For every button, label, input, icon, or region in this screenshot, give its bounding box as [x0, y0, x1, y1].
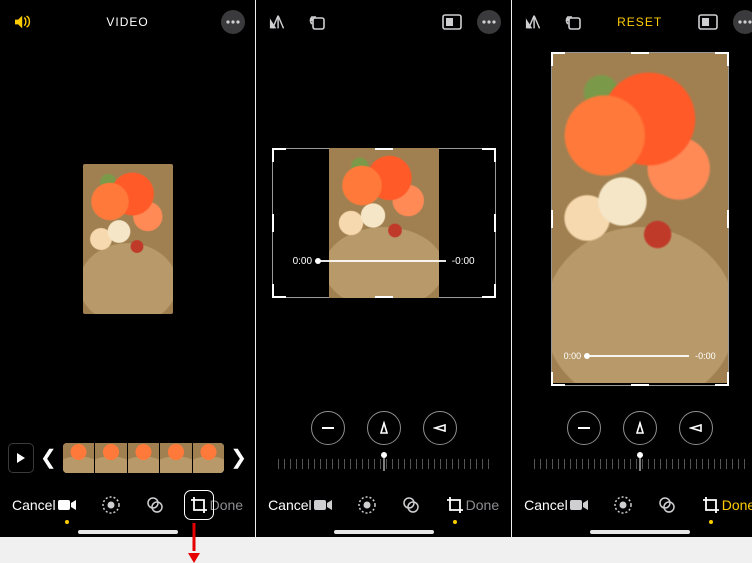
time-scrubber[interactable]: 0:00 -0:00 — [564, 351, 716, 361]
bottombar: Cancel Done — [0, 483, 255, 537]
time-end: -0:00 — [695, 351, 716, 361]
tool-video[interactable] — [312, 494, 334, 516]
time-start: 0:00 — [564, 351, 582, 361]
crop-handle-tr[interactable] — [715, 52, 729, 66]
bottombar: Cancel Done — [256, 483, 511, 537]
timeline: ❮ ❯ — [0, 433, 255, 483]
ruler-center-tick — [639, 455, 640, 471]
time-start: 0:00 — [293, 256, 312, 267]
timeline-frame — [63, 443, 95, 473]
more-icon[interactable] — [477, 10, 501, 34]
tool-crop[interactable] — [700, 494, 722, 516]
crop-handle-left[interactable] — [551, 210, 553, 228]
crop-handle-right[interactable] — [494, 214, 496, 232]
preview-stage — [0, 44, 255, 433]
crop-handle-tl[interactable] — [551, 52, 565, 66]
tool-video[interactable] — [56, 494, 78, 516]
angle-ruler[interactable] — [278, 449, 489, 477]
scrubber-playhead[interactable] — [584, 353, 590, 359]
crop-frame[interactable]: 0:00 -0:00 — [551, 52, 729, 386]
flip-icon[interactable] — [522, 9, 548, 35]
video-preview[interactable] — [83, 164, 173, 314]
horizontal-perspective-tool[interactable] — [423, 411, 457, 445]
crop-handle-bl[interactable] — [272, 284, 286, 298]
reset-button[interactable]: RESET — [617, 15, 662, 29]
timeline-frame — [193, 443, 225, 473]
topbar — [256, 0, 511, 44]
trim-handle-right[interactable]: ❯ — [230, 448, 247, 468]
crop-handle-bl[interactable] — [551, 372, 565, 386]
crop-handle-tl[interactable] — [272, 148, 286, 162]
flip-icon[interactable] — [266, 9, 292, 35]
tool-adjust[interactable] — [612, 494, 634, 516]
home-indicator — [334, 530, 434, 534]
crop-handle-top[interactable] — [375, 148, 393, 150]
crop-controls — [512, 401, 752, 449]
timeline-frame — [160, 443, 192, 473]
crop-stage: 0:00 -0:00 — [512, 44, 752, 401]
vertical-perspective-tool[interactable] — [367, 411, 401, 445]
more-icon[interactable] — [733, 10, 752, 34]
timeline-frame — [128, 443, 160, 473]
volume-icon[interactable] — [10, 9, 36, 35]
angle-ruler[interactable] — [534, 449, 745, 477]
video-preview — [329, 148, 439, 298]
crop-handle-left[interactable] — [272, 214, 274, 232]
page-title: VIDEO — [106, 15, 148, 29]
home-indicator — [78, 530, 178, 534]
crop-handle-bottom[interactable] — [631, 384, 649, 386]
tool-adjust[interactable] — [356, 494, 378, 516]
done-button[interactable]: Done — [722, 497, 752, 513]
panel-crop-landscape: 0:00 -0:00 Cancel — [256, 0, 512, 537]
timeline-frames[interactable] — [63, 443, 225, 473]
straighten-tool[interactable] — [311, 411, 345, 445]
topbar: RESET — [512, 0, 752, 44]
crop-stage: 0:00 -0:00 — [256, 44, 511, 401]
vertical-perspective-tool[interactable] — [623, 411, 657, 445]
crop-handle-bottom[interactable] — [375, 296, 393, 298]
topbar: VIDEO — [0, 0, 255, 44]
timeline-frame — [95, 443, 127, 473]
edit-tools — [568, 494, 722, 516]
crop-controls — [256, 401, 511, 449]
time-scrubber[interactable]: 0:00 -0:00 — [293, 256, 475, 267]
rotate-icon[interactable] — [304, 9, 330, 35]
edit-tools — [312, 494, 466, 516]
cancel-button[interactable]: Cancel — [268, 497, 312, 513]
cancel-button[interactable]: Cancel — [524, 497, 568, 513]
crop-handle-top[interactable] — [631, 52, 649, 54]
ruler-center-tick — [383, 455, 384, 471]
more-icon[interactable] — [221, 10, 245, 34]
tool-filters[interactable] — [400, 494, 422, 516]
rotate-icon[interactable] — [560, 9, 586, 35]
horizontal-perspective-tool[interactable] — [679, 411, 713, 445]
tool-crop[interactable] — [444, 494, 466, 516]
time-end: -0:00 — [452, 256, 475, 267]
play-button[interactable] — [8, 443, 34, 473]
crop-handle-br[interactable] — [715, 372, 729, 386]
home-indicator — [590, 530, 690, 534]
aspect-ratio-icon[interactable] — [439, 9, 465, 35]
tool-filters[interactable] — [656, 494, 678, 516]
tool-video[interactable] — [568, 494, 590, 516]
edit-tools — [56, 494, 210, 516]
crop-handle-right[interactable] — [727, 210, 729, 228]
crop-handle-tr[interactable] — [482, 148, 496, 162]
crop-handle-br[interactable] — [482, 284, 496, 298]
bottombar: Cancel Done — [512, 483, 752, 537]
panel-crop-portrait: RESET — [512, 0, 752, 537]
tool-crop[interactable] — [188, 494, 210, 516]
done-button[interactable]: Done — [210, 497, 243, 513]
trim-handle-left[interactable]: ❮ — [40, 448, 57, 468]
crop-frame[interactable]: 0:00 -0:00 — [272, 148, 496, 298]
tool-filters[interactable] — [144, 494, 166, 516]
straighten-tool[interactable] — [567, 411, 601, 445]
panel-video-edit: VIDEO ❮ ❯ — [0, 0, 256, 537]
scrubber-playhead[interactable] — [315, 258, 321, 264]
cancel-button[interactable]: Cancel — [12, 497, 56, 513]
done-button[interactable]: Done — [466, 497, 499, 513]
video-preview — [552, 53, 728, 383]
tool-adjust[interactable] — [100, 494, 122, 516]
aspect-ratio-icon[interactable] — [695, 9, 721, 35]
